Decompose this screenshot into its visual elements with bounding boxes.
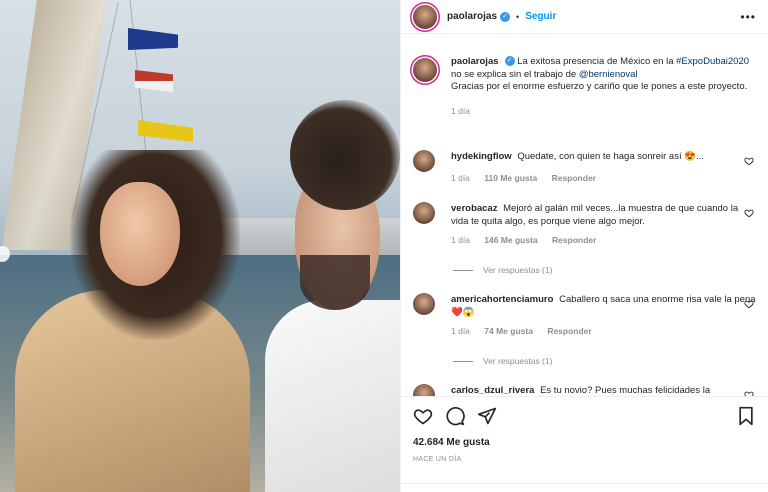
hashtag-link[interactable]: #ExpoDubai2020 — [676, 56, 749, 67]
heart-icon[interactable] — [744, 156, 754, 166]
post-header: paolarojas ✓ • Seguir ••• — [401, 0, 768, 34]
post-actions: 42.684 Me gusta HACE UN DÍA — [401, 396, 768, 492]
view-replies-button[interactable]: Ver respuestas (1) — [453, 356, 552, 366]
share-icon[interactable] — [477, 406, 497, 426]
comment-text: hydekingflow Quedate, con quien te haga … — [451, 150, 756, 164]
comment-time[interactable]: 1 día — [451, 235, 470, 245]
caption: paolarojas ✓ La exitosa presencia de Méxi… — [413, 56, 756, 116]
view-replies-label: Ver respuestas (1) — [483, 356, 553, 366]
replies-divider — [453, 270, 473, 272]
comment-meta: 1 día 74 Me gusta Responder — [451, 326, 756, 336]
caption-username[interactable]: paolarojas — [451, 56, 499, 67]
comments-list[interactable]: paolarojas ✓ La exitosa presencia de Méxi… — [401, 44, 768, 396]
comment: verobacaz Mejoró al galán mil veces...la… — [413, 202, 756, 245]
avatar[interactable] — [413, 58, 437, 82]
woman-face — [100, 182, 180, 286]
heart-icon[interactable] — [744, 299, 754, 309]
action-icons — [413, 397, 756, 435]
flag-blue — [128, 28, 178, 50]
likes-count[interactable]: 42.684 Me gusta — [413, 437, 756, 448]
caption-text-part: La exitosa presencia de México en la — [517, 56, 674, 67]
caption-time[interactable]: 1 día — [451, 106, 470, 116]
comment-meta: 1 día 146 Me gusta Responder — [451, 235, 756, 245]
comment-text: verobacaz Mejoró al galán mil veces...la… — [451, 202, 756, 228]
comment: americahortenciamuro Caballero q saca un… — [413, 293, 756, 336]
comment-username[interactable]: americahortenciamuro — [451, 294, 553, 305]
view-replies-button[interactable]: Ver respuestas (1) — [453, 265, 552, 275]
flag-red — [135, 70, 173, 92]
heart-icon[interactable] — [744, 208, 754, 218]
comment-text: carlos_dzul_rivera Es tu novio? Pues muc… — [451, 384, 756, 396]
comment-body: Es tu novio? Pues muchas felicidades la — [540, 385, 711, 396]
comment: hydekingflow Quedate, con quien te haga … — [413, 150, 756, 183]
more-icon[interactable]: ••• — [740, 10, 756, 24]
reply-button[interactable]: Responder — [552, 235, 596, 245]
verified-icon: ✓ — [504, 56, 515, 67]
comment-username[interactable]: hydekingflow — [451, 151, 512, 162]
view-replies-label: Ver respuestas (1) — [483, 265, 553, 275]
verified-icon: ✓ — [500, 11, 511, 22]
comment-body: Quedate, con quien te haga sonreir así 😍… — [517, 151, 704, 162]
comment-meta: 1 día 110 Me gusta Responder — [451, 173, 756, 183]
mention-link[interactable]: @bernienoval — [579, 69, 638, 80]
caption-text-part: Gracias por el enorme esfuerzo y cariño … — [451, 81, 748, 92]
reply-button[interactable]: Responder — [547, 326, 591, 336]
comment-time[interactable]: 1 día — [451, 326, 470, 336]
bookmark-icon[interactable] — [736, 406, 756, 426]
avatar[interactable] — [413, 202, 435, 224]
reply-button[interactable]: Responder — [552, 173, 596, 183]
avatar[interactable] — [413, 4, 437, 29]
header-username[interactable]: paolarojas — [447, 11, 497, 22]
man-shirt — [265, 300, 400, 492]
follow-button[interactable]: Seguir — [525, 11, 556, 22]
caption-text-part: no se explica sin el trabajo de — [451, 68, 577, 80]
comment-time[interactable]: 1 día — [451, 173, 470, 183]
comment-username[interactable]: carlos_dzul_rivera — [451, 385, 534, 396]
comment-likes[interactable]: 74 Me gusta — [484, 326, 533, 336]
separator: • — [516, 11, 520, 22]
caption-meta: 1 día — [451, 106, 756, 116]
comment: carlos_dzul_rivera Es tu novio? Pues muc… — [413, 384, 756, 396]
avatar[interactable] — [413, 384, 435, 396]
avatar[interactable] — [413, 150, 435, 172]
caption-text: paolarojas ✓ La exitosa presencia de Méxi… — [451, 56, 756, 94]
avatar[interactable] — [413, 293, 435, 315]
comment-likes[interactable]: 146 Me gusta — [484, 235, 537, 245]
comment-text: americahortenciamuro Caballero q saca un… — [451, 293, 756, 319]
post-timestamp[interactable]: HACE UN DÍA — [413, 456, 756, 463]
divider — [401, 483, 768, 484]
post-photo[interactable] — [0, 0, 400, 492]
post-sidebar: paolarojas ✓ • Seguir ••• paolarojas ✓ La… — [400, 0, 768, 492]
replies-divider — [453, 361, 473, 363]
man-hair — [290, 100, 400, 210]
flag-yellow — [138, 120, 193, 142]
heart-icon[interactable] — [413, 406, 433, 426]
comment-icon[interactable] — [445, 406, 465, 426]
comment-likes[interactable]: 110 Me gusta — [484, 173, 537, 183]
man-beard — [300, 255, 370, 310]
comment-username[interactable]: verobacaz — [451, 203, 497, 214]
